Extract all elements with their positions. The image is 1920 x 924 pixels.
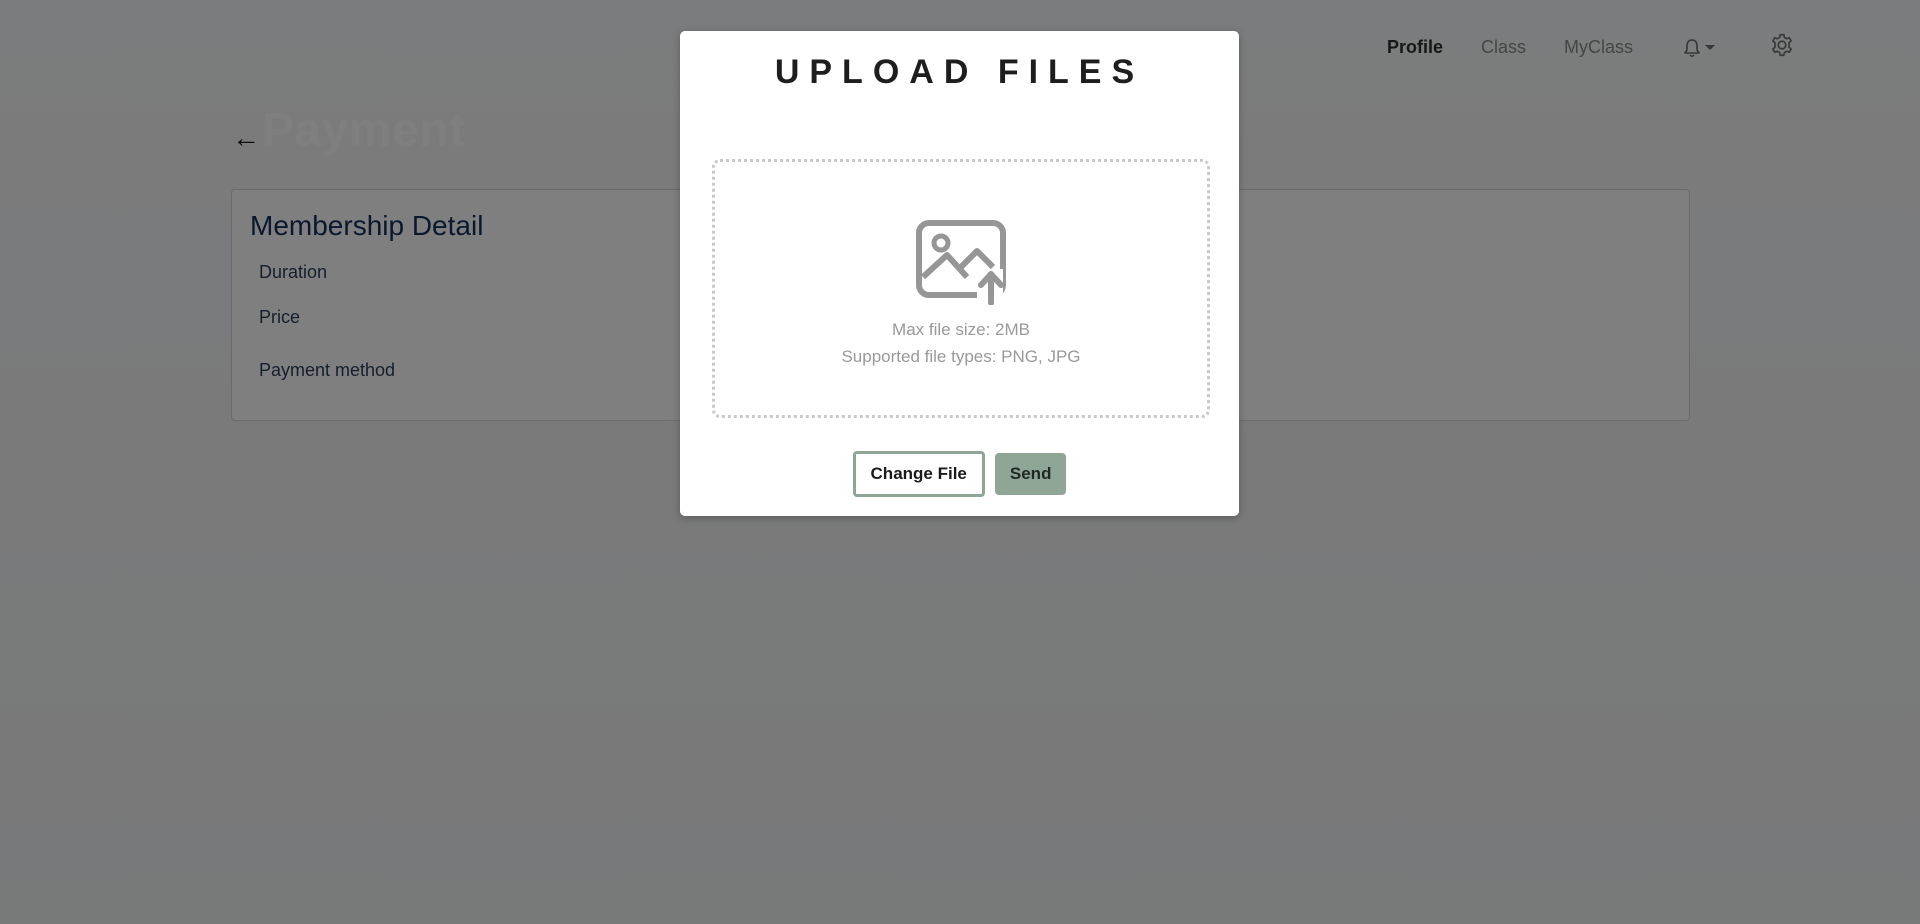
- send-button[interactable]: Send: [994, 453, 1067, 495]
- change-file-button[interactable]: Change File: [852, 451, 985, 497]
- supported-file-types-text: Supported file types: PNG, JPG: [841, 347, 1081, 366]
- max-file-size-text: Max file size: 2MB: [892, 320, 1030, 339]
- upload-files-modal: UPLOAD FILES Max file size: 2MB Supporte…: [680, 31, 1239, 516]
- file-dropzone[interactable]: Max file size: 2MB Supported file types:…: [712, 159, 1210, 418]
- modal-title: UPLOAD FILES: [774, 53, 1145, 91]
- image-upload-icon: [916, 220, 1006, 305]
- modal-actions: Change File Send: [680, 451, 1239, 497]
